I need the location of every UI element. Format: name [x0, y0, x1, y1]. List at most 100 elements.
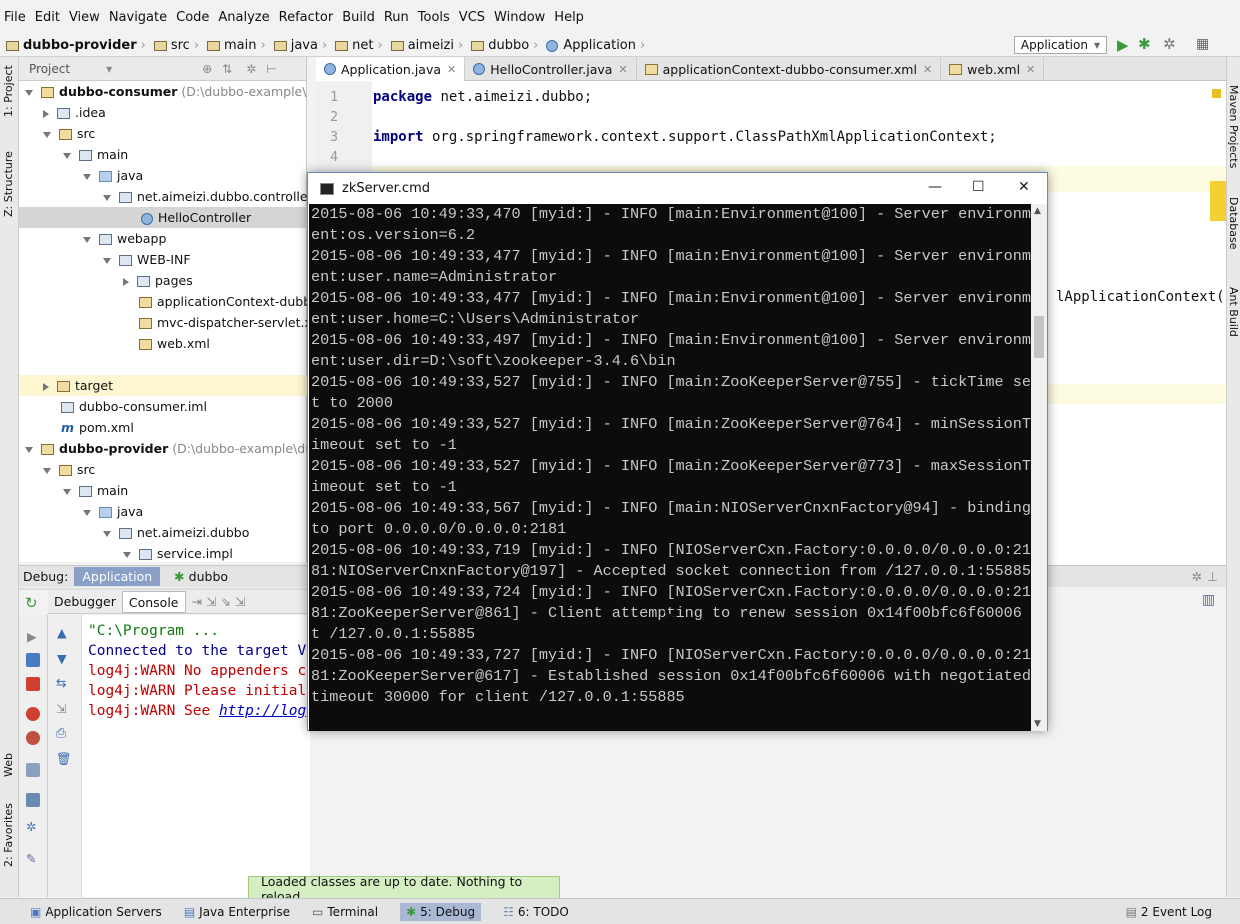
tree-item[interactable]: net.aimeizi.dubbo: [19, 522, 307, 543]
tree-item[interactable]: mvc-dispatcher-servlet.x: [19, 312, 307, 333]
print-icon[interactable]: ⎙: [56, 725, 66, 741]
hide-icon[interactable]: ⊢: [266, 62, 276, 76]
gear-icon[interactable]: ✲: [1192, 569, 1202, 584]
restore-layout-icon[interactable]: ▥: [1202, 592, 1215, 608]
breakpoints-icon[interactable]: [26, 707, 40, 721]
menu-edit[interactable]: Edit: [35, 10, 60, 25]
tree-item[interactable]: target: [19, 375, 307, 396]
tab-todo[interactable]: ☷ 6: TODO: [503, 905, 569, 919]
tab-java-enterprise[interactable]: ▤ Java Enterprise: [184, 905, 290, 919]
tree-item[interactable]: src: [19, 123, 307, 144]
menu-build[interactable]: Build: [342, 10, 375, 25]
tree-item[interactable]: WEB-INF: [19, 249, 307, 270]
minimize-button[interactable]: —: [928, 179, 942, 195]
maximize-button[interactable]: ☐: [972, 179, 985, 195]
mute-breakpoints-icon[interactable]: [26, 731, 40, 745]
down-arrow-icon[interactable]: ▼: [57, 651, 67, 666]
tree-item[interactable]: net.aimeizi.dubbo.controller: [19, 186, 307, 207]
tree-item[interactable]: .idea: [19, 102, 307, 123]
console-toolbar-icon[interactable]: ⇥ ⇲ ⇘ ⇲: [186, 594, 252, 609]
structure-tool-tab[interactable]: Z: Structure: [2, 151, 15, 217]
terminal-scrollbar[interactable]: ▲ ▼: [1031, 204, 1047, 731]
tree-item[interactable]: main: [19, 144, 307, 165]
menu-help[interactable]: Help: [554, 10, 584, 25]
trash-icon[interactable]: 🗑: [56, 751, 72, 767]
breadcrumb-dubbo-provider[interactable]: dubbo-provider ›: [6, 38, 150, 53]
menu-window[interactable]: Window: [494, 10, 545, 25]
gear-icon[interactable]: ✲: [246, 62, 256, 76]
tree-item[interactable]: webapp: [19, 228, 307, 249]
close-icon[interactable]: ✕: [923, 63, 932, 76]
favorites-tool-tab[interactable]: 2: Favorites: [2, 803, 15, 867]
run-configuration-select[interactable]: Application ▾: [1013, 36, 1107, 54]
scroll-down-icon[interactable]: ▼: [1034, 719, 1041, 729]
tree-item[interactable]: dubbo-provider (D:\dubbo-example\dub: [19, 438, 307, 459]
pin-icon[interactable]: ✎: [26, 851, 40, 866]
menu-navigate[interactable]: Navigate: [109, 10, 167, 25]
menu-refactor[interactable]: Refactor: [279, 10, 334, 25]
tree-item[interactable]: web.xml: [19, 333, 307, 354]
run-icon[interactable]: ▶: [1117, 36, 1129, 54]
web-tool-tab[interactable]: Web: [2, 753, 15, 777]
console-output[interactable]: "C:\Program ... Connected to the target …: [82, 615, 310, 897]
breadcrumb-net[interactable]: net ›: [335, 38, 387, 53]
rerun-icon[interactable]: ↻: [25, 594, 38, 612]
tab-debug[interactable]: ✱ 5: Debug: [400, 902, 482, 921]
layout-icon[interactable]: [26, 793, 40, 807]
scroll-thumb[interactable]: [1034, 316, 1044, 358]
debug-tab-application[interactable]: Application: [74, 567, 161, 586]
breadcrumb-main[interactable]: main ›: [207, 38, 270, 53]
zkserver-cmd-window[interactable]: zkServer.cmd — ☐ ✕ 2015-08-06 10:49:33,4…: [307, 172, 1048, 731]
close-icon[interactable]: ✕: [447, 63, 456, 76]
close-icon[interactable]: ✕: [1026, 63, 1035, 76]
console-link[interactable]: http://log: [219, 703, 306, 719]
tab-terminal[interactable]: ▭ Terminal: [312, 905, 378, 919]
project-structure-icon[interactable]: ▦: [1196, 36, 1209, 52]
tab-web-xml[interactable]: web.xml ✕: [941, 57, 1045, 81]
resume-icon[interactable]: ▶: [27, 629, 41, 644]
camera-icon[interactable]: [26, 763, 40, 777]
tab-application-java[interactable]: Application.java ✕: [316, 57, 466, 81]
collapse-icon[interactable]: ⇅: [222, 62, 232, 76]
menu-run[interactable]: Run: [384, 10, 409, 25]
debug-icon[interactable]: ✱: [1138, 35, 1151, 53]
tree-item[interactable]: java: [19, 165, 307, 186]
tree-item[interactable]: m pom.xml: [19, 417, 307, 438]
project-view-selector[interactable]: Project: [29, 62, 70, 76]
up-arrow-icon[interactable]: ▲: [57, 625, 67, 640]
menu-vcs[interactable]: VCS: [459, 10, 485, 25]
tree-item[interactable]: applicationContext-dubb: [19, 291, 307, 312]
tab-debugger[interactable]: Debugger: [48, 594, 122, 609]
menu-file[interactable]: File: [4, 10, 26, 25]
breadcrumb-aimeizi[interactable]: aimeizi ›: [390, 38, 468, 53]
menu-code[interactable]: Code: [176, 10, 209, 25]
hide-icon[interactable]: ⊥: [1207, 569, 1218, 584]
tree-item[interactable]: dubbo-consumer.iml: [19, 396, 307, 417]
pause-icon[interactable]: [26, 653, 40, 667]
scroll-up-icon[interactable]: ▲: [1034, 206, 1041, 216]
debug-tab-dubbo[interactable]: ✱ dubbo: [166, 567, 236, 586]
project-tool-tab[interactable]: 1: Project: [2, 65, 15, 117]
scroll-end-icon[interactable]: ⇲: [56, 701, 66, 716]
tab-hellocontroller-java[interactable]: HelloController.java ✕: [465, 57, 637, 81]
tree-item[interactable]: java: [19, 501, 307, 522]
close-button[interactable]: ✕: [1018, 179, 1030, 195]
terminal-output[interactable]: 2015-08-06 10:49:33,470 [myid:] - INFO […: [309, 204, 1031, 731]
tree-item[interactable]: pages: [19, 270, 307, 291]
menu-view[interactable]: View: [69, 10, 100, 25]
ant-build-tab[interactable]: Ant Build: [1227, 287, 1240, 337]
maven-projects-tab[interactable]: Maven Projects: [1227, 85, 1240, 168]
tree-item[interactable]: service.impl: [19, 543, 307, 564]
breadcrumb-application[interactable]: Application ›: [546, 38, 649, 53]
stop-icon[interactable]: [26, 677, 40, 691]
settings-icon[interactable]: ✲: [26, 819, 40, 834]
breadcrumb-dubbo[interactable]: dubbo ›: [471, 38, 542, 53]
tab-application-servers[interactable]: ▣ Application Servers: [30, 905, 162, 919]
database-tab[interactable]: Database: [1227, 197, 1240, 250]
menu-tools[interactable]: Tools: [418, 10, 450, 25]
tab-console[interactable]: Console: [121, 590, 186, 613]
soft-wrap-icon[interactable]: ⇆: [56, 675, 66, 690]
tree-item[interactable]: src: [19, 459, 307, 480]
coverage-icon[interactable]: ✲: [1163, 35, 1176, 53]
tree-item[interactable]: main: [19, 480, 307, 501]
